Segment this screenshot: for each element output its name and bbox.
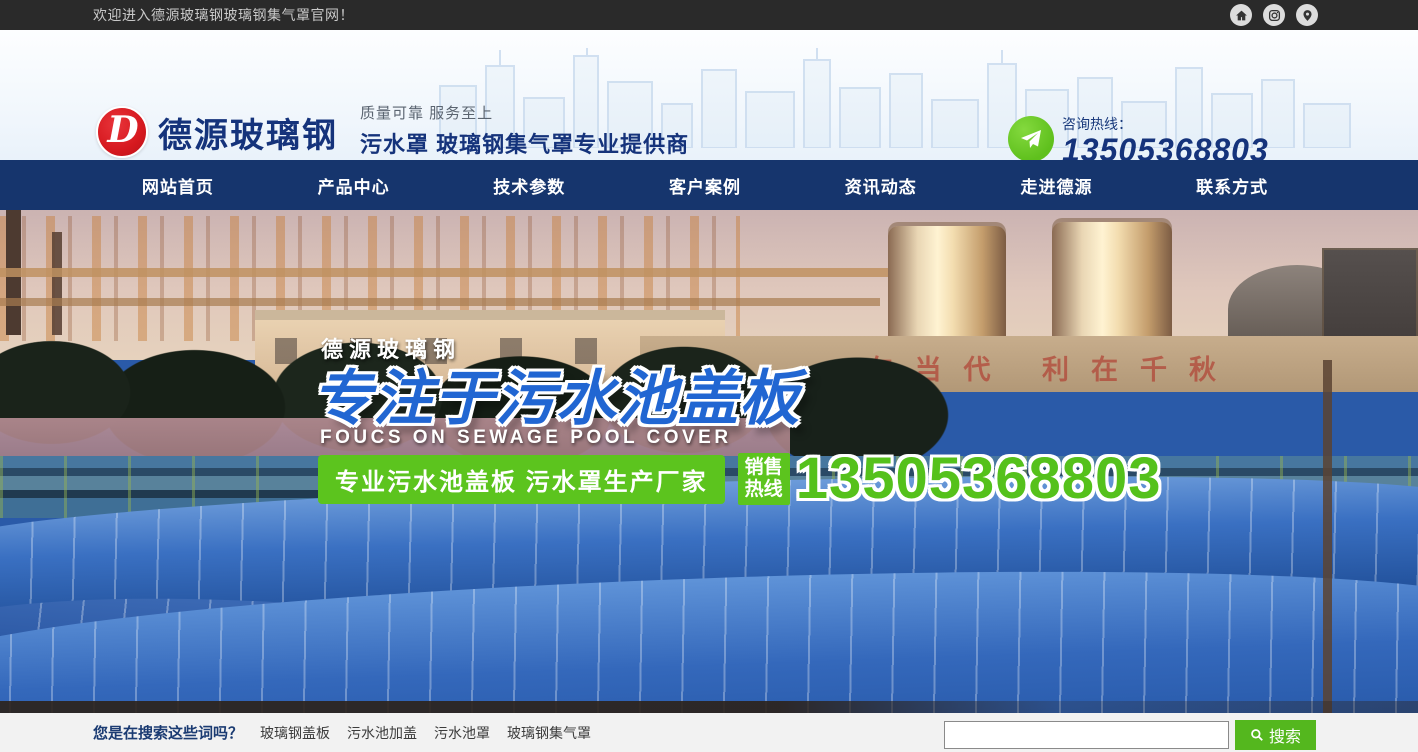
banner-storage-tank <box>1052 222 1172 352</box>
banner-cta-button[interactable]: 专业污水池盖板 污水罩生产厂家 <box>318 455 725 504</box>
banner-headline: 专注于污水池盖板 <box>312 350 800 437</box>
slogan-small: 质量可靠 服务至上 <box>360 102 689 123</box>
banner-hotline-number: 13505368803 <box>796 450 1162 508</box>
banner-subline: FOUCS ON SEWAGE POOL COVER <box>320 427 732 449</box>
header: D 德源玻璃钢 质量可靠 服务至上 污水罩 玻璃钢集气罩专业提供商 咨询热线： … <box>0 30 1418 160</box>
logo-letter: D <box>107 112 138 148</box>
logo-text: 德源玻璃钢 <box>158 108 338 157</box>
hotline-number: 13505368803 <box>1062 134 1269 160</box>
home-icon[interactable] <box>1230 4 1252 26</box>
search-button-label: 搜索 <box>1269 723 1301 747</box>
topbar-social-icons <box>1230 4 1318 26</box>
hero-banner: 在当代 利在千秋 德源玻璃钢 专注于污水池盖板 FOUCS ON SEWAGE … <box>0 210 1418 713</box>
nav-item-news[interactable]: 资讯动态 <box>793 160 969 210</box>
keyword-link-4[interactable]: 玻璃钢集气罩 <box>507 723 591 743</box>
header-hotline: 咨询热线： 13505368803 <box>1008 114 1269 160</box>
logo[interactable]: D 德源玻璃钢 <box>96 106 338 158</box>
banner-shade <box>0 701 1418 713</box>
location-icon[interactable] <box>1296 4 1318 26</box>
badge-line1: 销售 <box>745 457 783 478</box>
nav-item-cases[interactable]: 客户案例 <box>617 160 793 210</box>
banner-pipe-deck <box>0 268 900 277</box>
magnifier-icon <box>1250 728 1264 742</box>
welcome-text: 欢迎进入德源玻璃钢玻璃钢集气罩官网！ <box>93 5 354 25</box>
logo-icon: D <box>96 106 148 158</box>
hotline-label: 咨询热线： <box>1062 114 1269 134</box>
nav-item-contact[interactable]: 联系方式 <box>1144 160 1320 210</box>
topbar: 欢迎进入德源玻璃钢玻璃钢集气罩官网！ <box>0 0 1418 30</box>
main-nav: 网站首页 产品中心 技术参数 客户案例 资讯动态 走进德源 联系方式 <box>0 160 1418 210</box>
keyword-link-1[interactable]: 玻璃钢盖板 <box>260 723 330 743</box>
keyword-link-2[interactable]: 污水池加盖 <box>347 723 417 743</box>
search-prompt: 您是在搜索这些词吗？ <box>93 722 243 743</box>
nav-item-home[interactable]: 网站首页 <box>90 160 266 210</box>
slogan-big: 污水罩 玻璃钢集气罩专业提供商 <box>360 127 689 159</box>
paper-plane-icon <box>1008 116 1054 160</box>
banner-chimney <box>52 232 62 335</box>
nav-item-about[interactable]: 走进德源 <box>969 160 1145 210</box>
nav-item-products[interactable]: 产品中心 <box>266 160 442 210</box>
search-strip: 您是在搜索这些词吗？ 玻璃钢盖板 污水池加盖 污水池罩 玻璃钢集气罩 搜索 <box>0 713 1418 752</box>
banner-pipe-deck <box>0 298 880 306</box>
sales-hotline-badge: 销售 热线 <box>738 453 790 505</box>
banner-pole <box>1323 360 1332 713</box>
keyword-link-3[interactable]: 污水池罩 <box>434 723 490 743</box>
nav-item-specs[interactable]: 技术参数 <box>441 160 617 210</box>
search-button[interactable]: 搜索 <box>1235 720 1316 750</box>
instagram-icon[interactable] <box>1263 4 1285 26</box>
badge-line2: 热线 <box>745 479 783 500</box>
search-input[interactable] <box>944 721 1229 749</box>
header-slogan: 质量可靠 服务至上 污水罩 玻璃钢集气罩专业提供商 <box>360 102 689 159</box>
